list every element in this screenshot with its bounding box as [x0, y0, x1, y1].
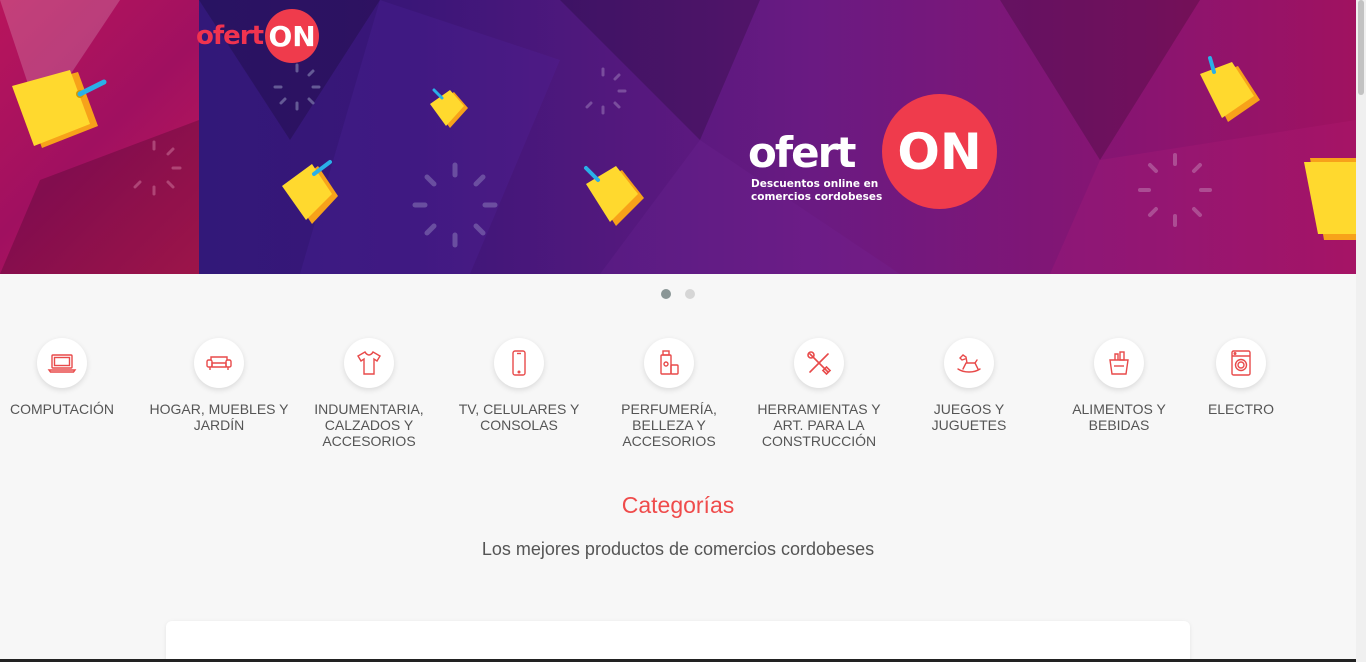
tshirt-icon [357, 351, 381, 375]
category-icon-circle [794, 338, 844, 388]
laptop-icon [47, 354, 77, 373]
spinner-decoration [412, 162, 498, 248]
price-tag-icon [430, 88, 468, 128]
washing-machine-icon [1231, 350, 1251, 376]
logo-big-word: ofert [748, 128, 856, 177]
price-tag-icon [1304, 158, 1356, 240]
logo-small[interactable]: ofert ON [196, 9, 320, 63]
category-icon-circle [1094, 338, 1144, 388]
category-label: TV, CELULARES Y CONSOLAS [458, 401, 580, 433]
spinner-decoration [1138, 153, 1212, 227]
logo-small-on-badge: ON [265, 9, 320, 63]
spinner-decoration [133, 140, 182, 196]
category-hogar[interactable]: HOGAR, MUEBLES Y JARDÍN [149, 338, 289, 433]
price-tag-icon [12, 70, 107, 148]
sofa-icon [206, 356, 232, 370]
category-icon-circle [1216, 338, 1266, 388]
category-label: HERRAMIENTAS Y ART. PARA LA CONSTRUCCIÓN [757, 401, 881, 449]
tagline-line-2: comercios cordobeses [751, 191, 883, 203]
carousel-dot-2[interactable] [685, 289, 695, 299]
category-perfumeria[interactable]: PERFUMERÍA, BELLEZA Y ACCESORIOS [599, 338, 739, 449]
category-icon-circle [494, 338, 544, 388]
scrollbar-thumb[interactable] [1358, 0, 1364, 95]
tools-icon [807, 351, 832, 376]
groceries-icon [1109, 351, 1129, 375]
category-icon-circle [944, 338, 994, 388]
category-computacion[interactable]: COMPUTACIÓN [0, 338, 132, 417]
category-icon-circle [344, 338, 394, 388]
rocking-horse-icon [957, 354, 981, 373]
category-label: JUEGOS Y JUGUETES [931, 401, 1007, 433]
logo-tagline: Descuentos online en comercios cordobese… [751, 178, 891, 204]
section-title: Categorías [621, 492, 735, 518]
category-herramientas[interactable]: HERRAMIENTAS Y ART. PARA LA CONSTRUCCIÓN [749, 338, 889, 449]
spinner-decoration [273, 63, 321, 111]
price-tag-icon [1200, 56, 1260, 122]
category-icon-circle [194, 338, 244, 388]
section-subtitle: Los mejores productos de comercios cordo… [481, 539, 875, 559]
category-icon-circle [37, 338, 87, 388]
category-alimentos[interactable]: ALIMENTOS Y BEBIDAS [1049, 338, 1189, 433]
category-label: HOGAR, MUEBLES Y JARDÍN [149, 401, 289, 433]
tagline-line-1: Descuentos online en [751, 178, 879, 190]
logo-big-on-badge: ON [882, 94, 997, 209]
category-electro[interactable]: ELECTRO [1171, 338, 1311, 417]
category-label: INDUMENTARIA, CALZADOS Y ACCESORIOS [314, 401, 424, 449]
category-juegos[interactable]: JUEGOS Y JUGUETES [899, 338, 1039, 433]
category-label: COMPUTACIÓN [10, 401, 114, 417]
category-label: ALIMENTOS Y BEBIDAS [1072, 401, 1166, 433]
spinner-decoration [585, 67, 627, 115]
smartphone-icon [512, 350, 526, 376]
price-tag-icon [584, 166, 644, 226]
category-label: PERFUMERÍA, BELLEZA Y ACCESORIOS [621, 401, 717, 449]
logo-small-word: ofert [196, 21, 264, 51]
category-label: ELECTRO [1207, 401, 1275, 417]
carousel-dot-1[interactable] [661, 289, 671, 299]
price-tag-icon [282, 160, 338, 224]
hero-banner[interactable]: ofert ON ofert ON Descuentos online en c… [0, 0, 1356, 274]
carousel-dots [661, 289, 695, 299]
content-card [166, 621, 1190, 662]
category-icon-circle [644, 338, 694, 388]
logo-big: ofert ON Descuentos online en comercios … [748, 94, 1008, 209]
category-indumentaria[interactable]: INDUMENTARIA, CALZADOS Y ACCESORIOS [299, 338, 439, 449]
page-scrollbar[interactable] [1356, 0, 1366, 662]
perfume-icon [660, 350, 679, 375]
category-tv-celulares[interactable]: TV, CELULARES Y CONSOLAS [449, 338, 589, 433]
